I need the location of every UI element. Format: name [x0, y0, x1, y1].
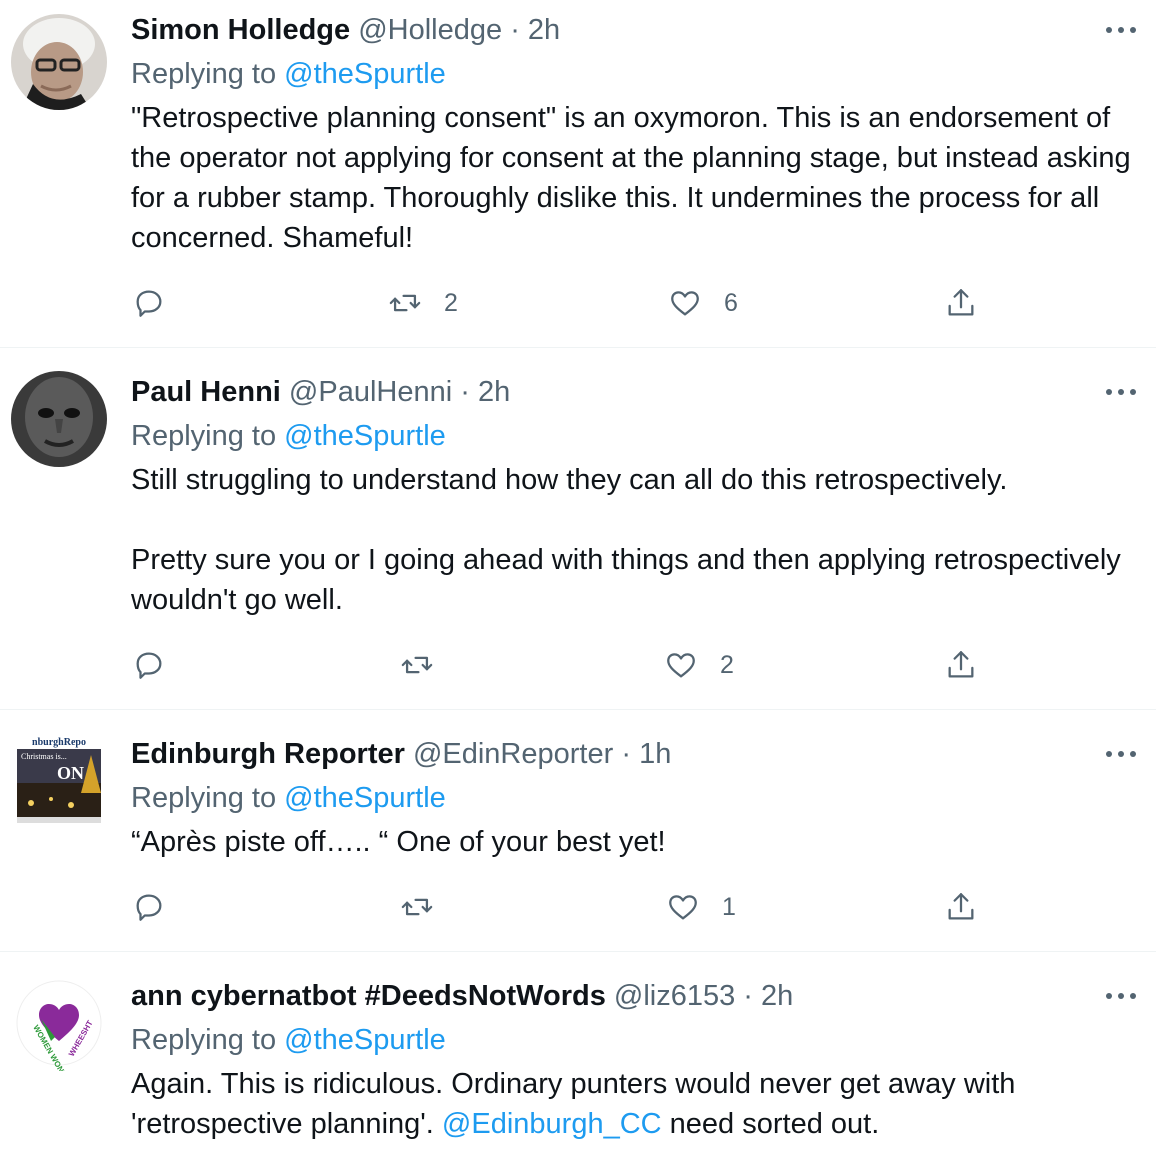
share-icon: [948, 651, 974, 678]
avatar-masthead: nburghRepo: [32, 737, 86, 748]
timestamp[interactable]: 1h: [639, 738, 671, 770]
retweet-icon: [401, 656, 433, 674]
retweet-button[interactable]: [400, 645, 456, 685]
tweet-text-part: need sorted out.: [661, 1108, 880, 1140]
tweet-text: Again. This is ridiculous. Ordinary punt…: [131, 1064, 1131, 1144]
user-handle[interactable]: @PaulHenni: [289, 376, 452, 408]
replying-to: Replying to @theSpurtle: [131, 778, 446, 818]
retweet-icon: [401, 898, 433, 916]
like-count: 1: [722, 892, 736, 921]
avatar[interactable]: nburghRepo Christmas is... ON: [11, 733, 107, 829]
user-handle[interactable]: @Holledge: [358, 14, 502, 46]
replying-to: Replying to @theSpurtle: [131, 416, 446, 456]
like-button[interactable]: 1: [666, 887, 736, 927]
avatar[interactable]: [11, 14, 107, 110]
like-count: 6: [724, 288, 738, 317]
action-bar: 2: [0, 645, 1156, 685]
heart-icon: [669, 895, 697, 920]
mention-link[interactable]: @theSpurtle: [284, 782, 446, 814]
tweet-text: “Après piste off….. “ One of your best y…: [131, 822, 1131, 862]
timestamp[interactable]: 2h: [761, 980, 793, 1012]
tweet-paragraph: Pretty sure you or I going ahead with th…: [131, 544, 1121, 616]
share-icon: [948, 289, 974, 316]
reply-icon: [136, 652, 162, 679]
replying-label: Replying to: [131, 1024, 285, 1056]
avatar[interactable]: [11, 371, 107, 467]
tweet-header: Edinburgh Reporter @EdinReporter · 1h: [131, 734, 671, 774]
tweet-text: "Retrospective planning consent" is an o…: [131, 98, 1131, 258]
tweet-paragraph: “Après piste off….. “ One of your best y…: [131, 826, 666, 858]
display-name[interactable]: Simon Holledge: [131, 14, 350, 46]
retweet-icon: [389, 294, 421, 312]
tweet-header: Paul Henni @PaulHenni · 2h: [131, 372, 510, 412]
mention-link[interactable]: @theSpurtle: [284, 58, 446, 90]
like-button[interactable]: 2: [664, 645, 734, 685]
action-bar: 1: [0, 887, 1156, 927]
more-options-icon[interactable]: [1104, 24, 1138, 36]
replying-label: Replying to: [131, 58, 285, 90]
separator: ·: [460, 376, 470, 408]
tweet[interactable]: Simon Holledge @Holledge · 2h Replying t…: [0, 0, 1156, 348]
separator: ·: [743, 980, 753, 1012]
timestamp[interactable]: 2h: [478, 376, 510, 408]
tweet-paragraph: Still struggling to understand how they …: [131, 464, 1008, 496]
tweet[interactable]: Paul Henni @PaulHenni · 2h Replying to @…: [0, 347, 1156, 710]
retweet-button[interactable]: 2: [388, 283, 458, 323]
reply-icon: [136, 290, 162, 317]
replying-to: Replying to @theSpurtle: [131, 1020, 446, 1060]
tweet-header: Simon Holledge @Holledge · 2h: [131, 10, 560, 50]
share-button[interactable]: [944, 645, 978, 685]
more-options-icon[interactable]: [1104, 990, 1138, 1002]
tweet[interactable]: WOMEN WONT WHEESHT ann cybernatbot #Deed…: [0, 951, 1156, 1152]
timestamp[interactable]: 2h: [528, 14, 560, 46]
avatar[interactable]: WOMEN WONT WHEESHT: [11, 975, 107, 1071]
display-name[interactable]: ann cybernatbot #DeedsNotWords: [131, 980, 606, 1012]
replying-to: Replying to @theSpurtle: [131, 54, 446, 94]
mention-link[interactable]: @theSpurtle: [284, 420, 446, 452]
retweet-button[interactable]: [400, 887, 456, 927]
tweet-paragraph: Again. This is ridiculous. Ordinary punt…: [131, 1064, 1131, 1144]
replying-label: Replying to: [131, 782, 285, 814]
tweet-header: ann cybernatbot #DeedsNotWords @liz6153 …: [131, 976, 793, 1016]
user-handle[interactable]: @EdinReporter: [413, 738, 613, 770]
user-handle[interactable]: @liz6153: [614, 980, 735, 1012]
share-button[interactable]: [944, 283, 978, 323]
avatar-caption: Christmas is...: [21, 752, 67, 761]
reply-button[interactable]: [132, 283, 166, 323]
separator: ·: [510, 14, 520, 46]
tweet-text: Still struggling to understand how they …: [131, 460, 1131, 620]
action-bar: 2 6: [0, 283, 1156, 323]
tweet-paragraph: "Retrospective planning consent" is an o…: [131, 102, 1131, 254]
share-button[interactable]: [944, 887, 978, 927]
like-count: 2: [720, 650, 734, 679]
retweet-count: 2: [444, 288, 458, 317]
heart-icon: [671, 291, 699, 316]
separator: ·: [621, 738, 631, 770]
display-name[interactable]: Paul Henni: [131, 376, 281, 408]
more-options-icon[interactable]: [1104, 748, 1138, 760]
avatar-headline: ON: [57, 763, 84, 783]
more-options-icon[interactable]: [1104, 386, 1138, 398]
mention-link[interactable]: @Edinburgh_CC: [442, 1108, 662, 1140]
heart-icon: [667, 653, 695, 678]
like-button[interactable]: 6: [668, 283, 738, 323]
mention-link[interactable]: @theSpurtle: [284, 1024, 446, 1056]
reply-icon: [136, 894, 162, 921]
tweet[interactable]: nburghRepo Christmas is... ON Edinburgh …: [0, 709, 1156, 952]
share-icon: [948, 893, 974, 920]
display-name[interactable]: Edinburgh Reporter: [131, 738, 405, 770]
replying-label: Replying to: [131, 420, 285, 452]
reply-button[interactable]: [132, 887, 166, 927]
reply-button[interactable]: [132, 645, 166, 685]
